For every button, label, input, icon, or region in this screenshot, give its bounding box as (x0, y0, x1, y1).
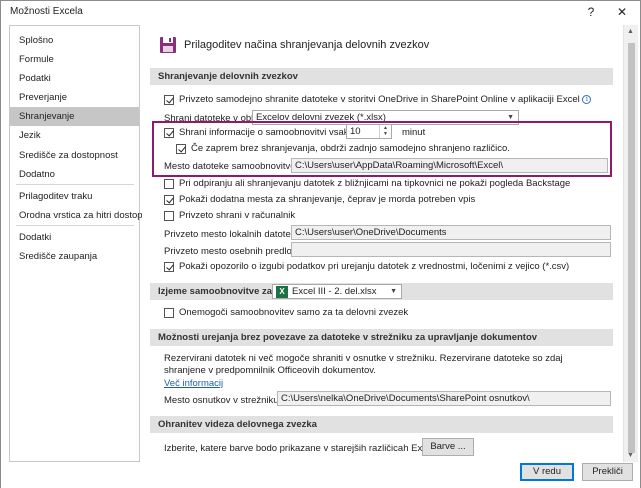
save-options-panel: Prilagoditev načina shranjevanja delovni… (142, 25, 622, 462)
disable-autorecover-checkbox[interactable] (164, 308, 174, 318)
sidebar-item-data[interactable]: Podatki (10, 69, 139, 88)
show-extra-places-label: Pokaži dodatna mesta za shranjevanje, če… (179, 194, 476, 205)
keep-last-autosaved-label: Če zaprem brez shranjevanja, obdrži zadn… (191, 143, 510, 154)
minutes-label: minut (402, 127, 426, 138)
excel-options-dialog: Možnosti Excela ? ✕ Splošno Formule Poda… (0, 0, 641, 488)
sidebar-item-trust-center[interactable]: Središče zaupanja (10, 247, 139, 266)
sidebar-divider (16, 225, 134, 226)
more-info-link[interactable]: Več informacij (164, 378, 223, 389)
page-title: Prilagoditev načina shranjevanja delovni… (184, 39, 430, 51)
autorecover-exceptions-select[interactable]: X Excel III - 2. del.xlsx ▼ (272, 284, 402, 299)
sidebar-item-quick-access-toolbar[interactable]: Orodna vrstica za hitri dostop (10, 206, 143, 225)
sidebar-item-formulas[interactable]: Formule (10, 50, 139, 69)
autorecover-location-value: C:\Users\user\AppData\Roaming\Microsoft\… (295, 160, 504, 171)
autosave-onedrive-checkbox[interactable] (164, 95, 174, 105)
scroll-down-icon[interactable]: ▼ (627, 452, 634, 459)
autosave-onedrive-label: Privzeto samodejno shranite datoteke v s… (179, 94, 580, 105)
show-extra-places-checkbox[interactable] (164, 195, 174, 205)
autorecover-minutes-value: 10 (350, 126, 361, 137)
autorecover-checkbox[interactable] (164, 128, 174, 138)
sidebar-item-accessibility[interactable]: Središče za dostopnost (10, 146, 139, 165)
spinner-arrows-icon[interactable]: ▲ ▼ (379, 125, 391, 138)
autosave-onedrive-row: Privzeto samodejno shranite datoteke v s… (179, 94, 592, 105)
title-bar: Možnosti Excela ? ✕ (1, 1, 640, 23)
save-to-computer-label: Privzeto shrani v računalnik (179, 210, 296, 221)
section-header-offline-editing: Možnosti urejanja brez povezave za datot… (150, 329, 613, 346)
window-title: Možnosti Excela (10, 6, 83, 17)
section-header-save-workbooks: Shranjevanje delovnih zvezkov (150, 68, 613, 85)
info-icon[interactable]: i (582, 94, 592, 104)
help-button[interactable]: ? (578, 3, 604, 21)
sidebar-item-save[interactable]: Shranjevanje (10, 107, 139, 126)
disable-autorecover-label: Onemogoči samoobnovitev samo za ta delov… (179, 307, 409, 318)
no-backstage-label: Pri odpiranju ali shranjevanju datotek z… (179, 178, 571, 189)
autorecover-exceptions-value: Excel III - 2. del.xlsx (292, 286, 377, 297)
server-drafts-location-value: C:\Users\nelka\OneDrive\Documents\ShareP… (281, 393, 530, 404)
save-to-computer-checkbox[interactable] (164, 211, 174, 221)
ok-button[interactable]: V redu (520, 463, 574, 481)
options-scrollbar[interactable]: ▲ ▼ (623, 25, 638, 462)
options-sidebar: Splošno Formule Podatki Preverjanje Shra… (9, 25, 143, 462)
sidebar-item-general[interactable]: Splošno (10, 31, 139, 50)
colors-label: Izberite, katere barve bodo prikazane v … (164, 443, 443, 454)
dialog-footer: V redu Prekliči (1, 462, 640, 488)
no-backstage-checkbox[interactable] (164, 179, 174, 189)
scrollbar-thumb[interactable] (628, 43, 635, 453)
offline-editing-description: Rezervirani datotek ni več mogoče shrani… (164, 353, 563, 376)
section-header-preserve-visual: Ohranitev videza delovnega zvezka (150, 416, 613, 433)
default-local-location-label: Privzeto mesto lokalnih datotek: (164, 229, 299, 240)
server-drafts-location-field[interactable]: C:\Users\nelka\OneDrive\Documents\ShareP… (277, 391, 611, 406)
sidebar-item-addins[interactable]: Dodatki (10, 228, 139, 247)
save-icon (160, 37, 176, 53)
autorecover-location-label: Mesto datoteke samoobnovitve: (164, 161, 299, 172)
sidebar-divider (16, 184, 134, 185)
csv-warning-checkbox[interactable] (164, 262, 174, 272)
keep-last-autosaved-checkbox[interactable] (176, 144, 186, 154)
csv-warning-label: Pokaži opozorilo o izgubi podatkov pri u… (179, 261, 570, 272)
default-personal-templates-field[interactable] (291, 242, 611, 257)
colors-row: Izberite, katere barve bodo prikazane v … (164, 443, 454, 454)
sidebar-item-proofing[interactable]: Preverjanje (10, 88, 139, 107)
autorecover-label: Shrani informacije o samoobnovitvi vsaki… (179, 127, 356, 138)
colors-button[interactable]: Barve ... (422, 438, 474, 456)
server-drafts-location-label: Mesto osnutkov v strežniku: (164, 395, 282, 406)
chevron-down-icon: ▼ (390, 288, 397, 295)
cancel-button[interactable]: Prekliči (582, 463, 633, 481)
autorecover-exceptions-label: Izjeme samoobnovitve za: (158, 286, 276, 297)
close-button[interactable]: ✕ (609, 3, 635, 21)
sidebar-item-advanced[interactable]: Dodatno (10, 165, 139, 184)
autorecover-minutes-stepper[interactable]: 10 ▲ ▼ (346, 124, 392, 139)
autorecover-location-field[interactable]: C:\Users\user\AppData\Roaming\Microsoft\… (291, 158, 608, 173)
sidebar-item-customize-ribbon[interactable]: Prilagoditev traku (10, 187, 139, 206)
excel-icon: X (276, 286, 288, 298)
scroll-up-icon[interactable]: ▲ (627, 28, 634, 35)
sidebar-item-language[interactable]: Jezik (10, 126, 139, 145)
default-local-location-field[interactable]: C:\Users\user\OneDrive\Documents (291, 225, 611, 240)
default-local-location-value: C:\Users\user\OneDrive\Documents (295, 227, 447, 238)
default-personal-templates-label: Privzeto mesto osebnih predlog: (164, 246, 300, 257)
